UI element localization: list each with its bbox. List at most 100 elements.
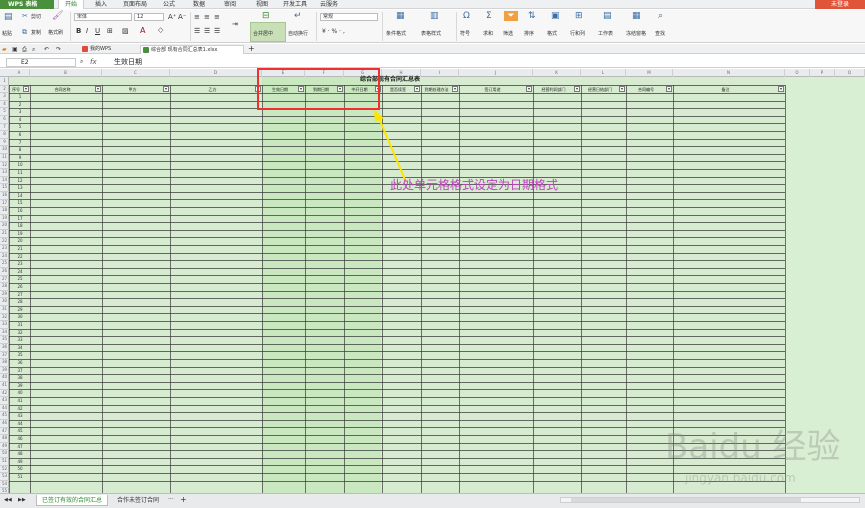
filter-dropdown-icon[interactable]: ▾: [619, 86, 625, 92]
serial-number-cell[interactable]: 36: [10, 359, 30, 366]
filter-dropdown-icon[interactable]: ▾: [666, 86, 672, 92]
column-header[interactable]: B: [30, 69, 102, 77]
serial-number-cell[interactable]: 26: [10, 283, 30, 290]
horizontal-scrollbar[interactable]: [560, 497, 860, 503]
row-header[interactable]: 30: [0, 297, 9, 304]
column-header[interactable]: C: [102, 69, 170, 77]
new-tab-button[interactable]: +: [248, 44, 255, 53]
format-button[interactable]: 格式: [547, 30, 557, 37]
row-header[interactable]: 29: [0, 290, 9, 297]
filter-dropdown-icon[interactable]: ▾: [574, 86, 580, 92]
conditional-format-button[interactable]: 条件格式: [386, 30, 406, 37]
serial-number-cell[interactable]: 49: [10, 458, 30, 465]
serial-number-cell[interactable]: 16: [10, 207, 30, 214]
align-left-icon[interactable]: ☰: [194, 27, 200, 35]
login-button[interactable]: 未登录: [815, 0, 865, 9]
worksheet-icon[interactable]: ▤: [603, 11, 612, 21]
tab-5[interactable]: 审阅: [216, 0, 244, 9]
cut-button[interactable]: 剪切: [31, 13, 41, 20]
serial-number-cell[interactable]: 14: [10, 192, 30, 199]
bold-icon[interactable]: B: [76, 27, 81, 35]
column-header[interactable]: P: [810, 69, 835, 77]
font-size-select[interactable]: 12: [134, 13, 164, 21]
serial-number-cell[interactable]: 20: [10, 237, 30, 244]
column-header[interactable]: D: [170, 69, 262, 77]
filter-dropdown-icon[interactable]: ▾: [414, 86, 420, 92]
row-header[interactable]: 51: [0, 457, 9, 464]
serial-number-cell[interactable]: 34: [10, 344, 30, 351]
column-header[interactable]: Q: [835, 69, 865, 77]
align-middle-icon[interactable]: ≡: [204, 13, 210, 21]
serial-number-cell[interactable]: 1: [10, 93, 30, 100]
align-center-icon[interactable]: ☰: [204, 27, 210, 35]
scrollbar-thumb[interactable]: [571, 498, 801, 502]
font-color-icon[interactable]: A: [140, 26, 145, 35]
indent-icon[interactable]: ⇥: [232, 20, 238, 28]
row-header[interactable]: 19: [0, 214, 9, 221]
find-button[interactable]: 查找: [655, 30, 665, 37]
column-header[interactable]: I: [421, 69, 459, 77]
serial-number-cell[interactable]: 46: [10, 435, 30, 442]
serial-number-cell[interactable]: 39: [10, 382, 30, 389]
merge-cells-icon[interactable]: ⊟: [262, 11, 270, 21]
filter-dropdown-icon[interactable]: ▾: [95, 86, 101, 92]
serial-number-cell[interactable]: 37: [10, 367, 30, 374]
header-cell[interactable]: 序号: [9, 86, 23, 93]
serial-number-cell[interactable]: 28: [10, 298, 30, 305]
last-sheet-icon[interactable]: ▶▶: [18, 497, 26, 503]
align-bottom-icon[interactable]: ≡: [214, 13, 220, 21]
serial-number-cell[interactable]: 2: [10, 101, 30, 108]
serial-number-cell[interactable]: 41: [10, 397, 30, 404]
row-header[interactable]: 24: [0, 252, 9, 259]
serial-number-cell[interactable]: 12: [10, 177, 30, 184]
filter-dropdown-icon[interactable]: ▾: [163, 86, 169, 92]
tab-6[interactable]: 视图: [248, 0, 276, 9]
more-sheets-icon[interactable]: ···: [168, 496, 174, 503]
serial-number-cell[interactable]: 4: [10, 116, 30, 123]
serial-number-cell[interactable]: 42: [10, 405, 30, 412]
header-cell[interactable]: 经营日结部门: [581, 86, 619, 93]
column-header[interactable]: M: [626, 69, 673, 77]
serial-number-cell[interactable]: 23: [10, 260, 30, 267]
conditional-format-icon[interactable]: ▦: [396, 11, 405, 21]
preview-icon[interactable]: ⌕: [32, 46, 35, 54]
paste-icon[interactable]: ▤: [4, 12, 13, 22]
row-header[interactable]: 21: [0, 229, 9, 236]
column-header[interactable]: K: [533, 69, 581, 77]
column-header[interactable]: O: [785, 69, 810, 77]
header-cell[interactable]: 到期处理办法: [421, 86, 452, 93]
serial-number-cell[interactable]: 10: [10, 161, 30, 168]
format-icon[interactable]: ▣: [551, 11, 560, 21]
symbol-icon[interactable]: Ω: [463, 11, 470, 21]
row-header[interactable]: 4: [0, 100, 9, 107]
serial-number-cell[interactable]: 17: [10, 215, 30, 222]
serial-number-cell[interactable]: 13: [10, 184, 30, 191]
row-header[interactable]: 23: [0, 244, 9, 251]
sort-icon[interactable]: ⇅: [528, 11, 536, 21]
italic-icon[interactable]: I: [86, 27, 88, 35]
cut-icon[interactable]: ✂: [22, 11, 28, 21]
row-header[interactable]: 32: [0, 313, 9, 320]
serial-number-cell[interactable]: 8: [10, 146, 30, 153]
serial-number-cell[interactable]: 47: [10, 443, 30, 450]
serial-number-cell[interactable]: 44: [10, 420, 30, 427]
row-header[interactable]: 31: [0, 305, 9, 312]
table-style-button[interactable]: 表格样式: [421, 30, 441, 37]
row-header[interactable]: 53: [0, 472, 9, 479]
row-header[interactable]: 9: [0, 138, 9, 145]
column-header[interactable]: J: [459, 69, 533, 77]
serial-number-cell[interactable]: 40: [10, 389, 30, 396]
serial-number-cell[interactable]: 11: [10, 169, 30, 176]
row-header[interactable]: 12: [0, 161, 9, 168]
serial-number-cell[interactable]: 38: [10, 374, 30, 381]
row-header[interactable]: 5: [0, 107, 9, 114]
header-cell[interactable]: 乙方: [170, 86, 255, 93]
tab-4[interactable]: 数据: [186, 0, 212, 9]
font-name-select[interactable]: 宋体: [74, 13, 132, 21]
header-cell[interactable]: 合同名称: [30, 86, 95, 93]
tab-8[interactable]: 云服务: [314, 0, 344, 9]
header-cell[interactable]: 备注: [673, 86, 778, 93]
row-header[interactable]: 33: [0, 320, 9, 327]
freeze-panes-button[interactable]: 冻结窗格: [626, 30, 646, 37]
format-painter-button[interactable]: 格式刷: [48, 29, 63, 36]
